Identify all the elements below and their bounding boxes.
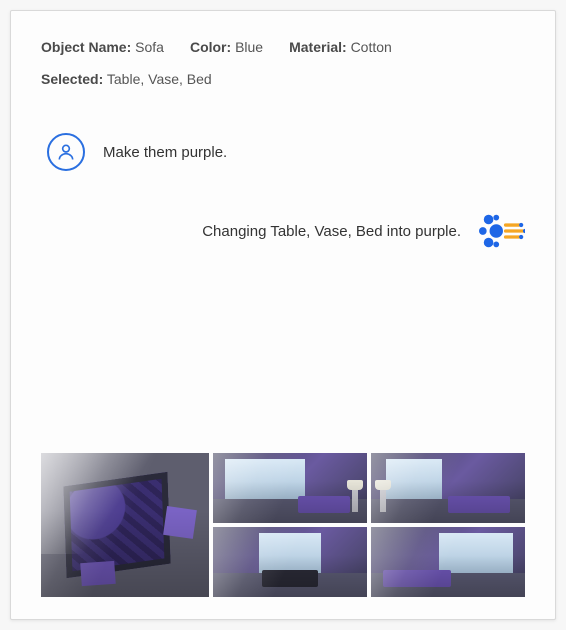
material-field: Material: Cotton	[289, 39, 392, 55]
ai-message-text: Changing Table, Vase, Bed into purple.	[202, 223, 461, 240]
object-name-label: Object Name:	[41, 39, 131, 55]
user-message-text: Make them purple.	[103, 144, 227, 161]
selected-objects-row: Selected: Table, Vase, Bed	[41, 71, 525, 87]
selected-value: Table, Vase, Bed	[107, 71, 212, 87]
color-field: Color: Blue	[190, 39, 263, 55]
thumbnail-view-window-1[interactable]	[213, 453, 367, 523]
properties-panel: Object Name: Sofa Color: Blue Material: …	[10, 10, 556, 620]
thumbnail-view-living[interactable]	[371, 527, 525, 597]
selected-label: Selected:	[41, 71, 103, 87]
color-label: Color:	[190, 39, 231, 55]
thumbnail-view-bedroom[interactable]	[371, 453, 525, 523]
color-value: Blue	[235, 39, 263, 55]
chat-area: Make them purple. Changing Table, Vase, …	[41, 133, 525, 453]
ai-brain-icon	[479, 211, 525, 251]
thumbnail-view-topdown[interactable]	[41, 453, 209, 597]
thumbnail-view-desk[interactable]	[213, 527, 367, 597]
material-label: Material:	[289, 39, 347, 55]
object-name-field: Object Name: Sofa	[41, 39, 164, 55]
object-metadata-row: Object Name: Sofa Color: Blue Material: …	[41, 39, 525, 55]
user-message-row: Make them purple.	[41, 133, 525, 171]
user-icon	[47, 133, 85, 171]
object-name-value: Sofa	[135, 39, 164, 55]
thumbnail-grid	[41, 453, 525, 597]
material-value: Cotton	[351, 39, 392, 55]
ai-message-row: Changing Table, Vase, Bed into purple.	[41, 211, 525, 251]
